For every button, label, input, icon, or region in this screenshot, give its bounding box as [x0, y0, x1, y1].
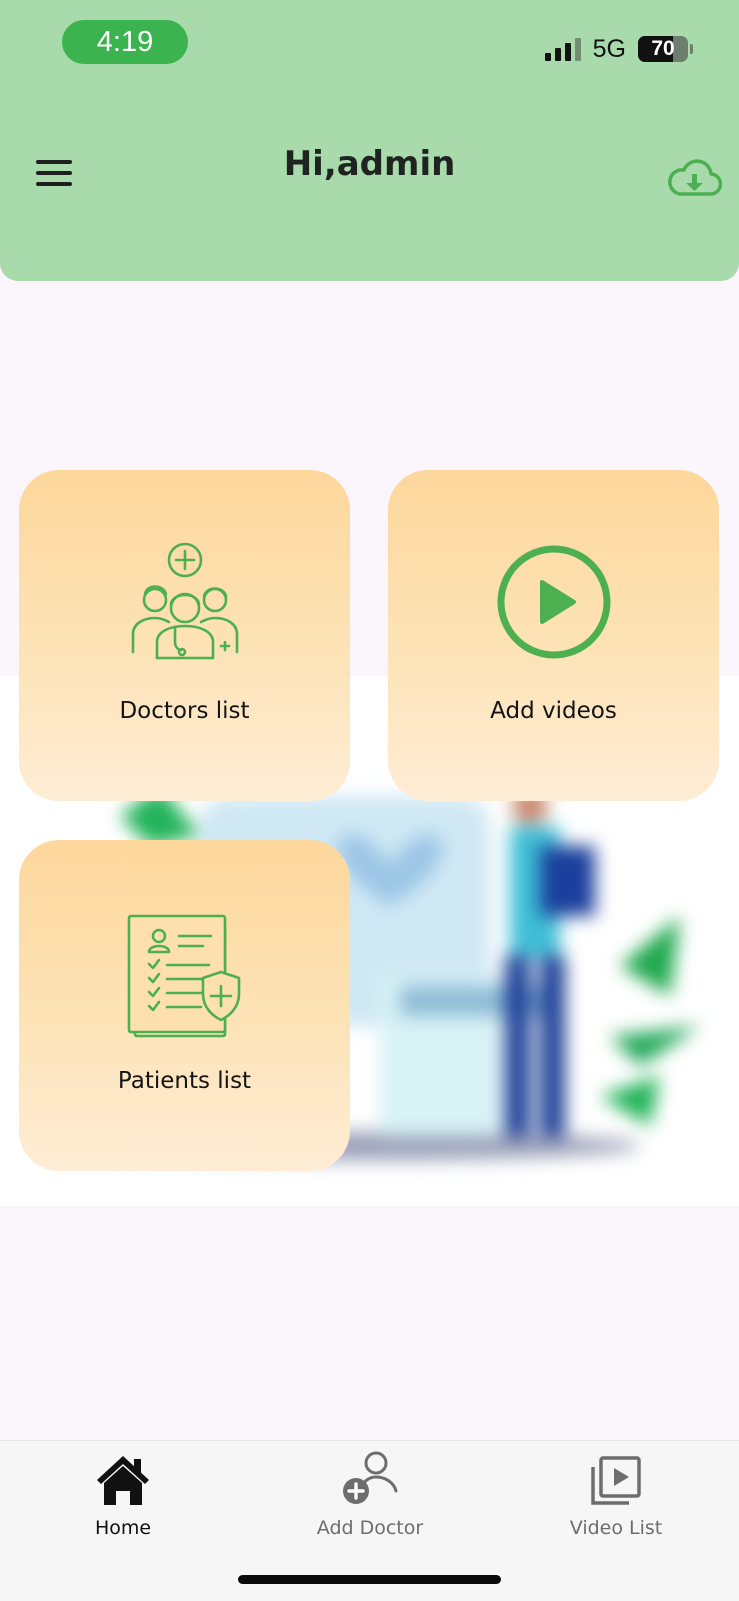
- nav-add-doctor-label: Add Doctor: [316, 1517, 424, 1539]
- app-header: 4:19 5G 70 Hi,admin: [0, 0, 739, 281]
- add-person-icon: [270, 1449, 470, 1507]
- nav-video-list[interactable]: Video List: [516, 1441, 716, 1541]
- cloud-download-icon[interactable]: [666, 156, 723, 198]
- doctors-group-icon: [19, 542, 350, 672]
- add-videos-card[interactable]: Add videos: [388, 470, 719, 801]
- nav-video-list-label: Video List: [569, 1517, 663, 1539]
- video-library-icon: [516, 1449, 716, 1507]
- doctors-list-label: Doctors list: [119, 698, 250, 724]
- battery-level: 70: [651, 37, 675, 60]
- doctors-list-card[interactable]: Doctors list: [19, 470, 350, 801]
- home-indicator: [238, 1575, 501, 1584]
- patients-list-label: Patients list: [117, 1068, 252, 1094]
- signal-icon: [544, 37, 581, 61]
- page-title: Hi,admin: [283, 144, 456, 184]
- nav-add-doctor[interactable]: Add Doctor: [270, 1441, 470, 1541]
- status-indicators: 5G 70: [544, 34, 693, 64]
- home-icon: [23, 1449, 223, 1507]
- nav-home-label: Home: [94, 1517, 152, 1539]
- battery-tip: [690, 44, 693, 54]
- status-time: 4:19: [62, 20, 188, 64]
- nav-home[interactable]: Home: [23, 1441, 223, 1541]
- network-label: 5G: [592, 34, 626, 63]
- patient-records-icon: [19, 912, 350, 1042]
- add-videos-label: Add videos: [490, 698, 617, 724]
- patients-list-card[interactable]: Patients list: [19, 840, 350, 1171]
- play-circle-icon: [388, 542, 719, 672]
- battery-icon: 70: [638, 36, 688, 62]
